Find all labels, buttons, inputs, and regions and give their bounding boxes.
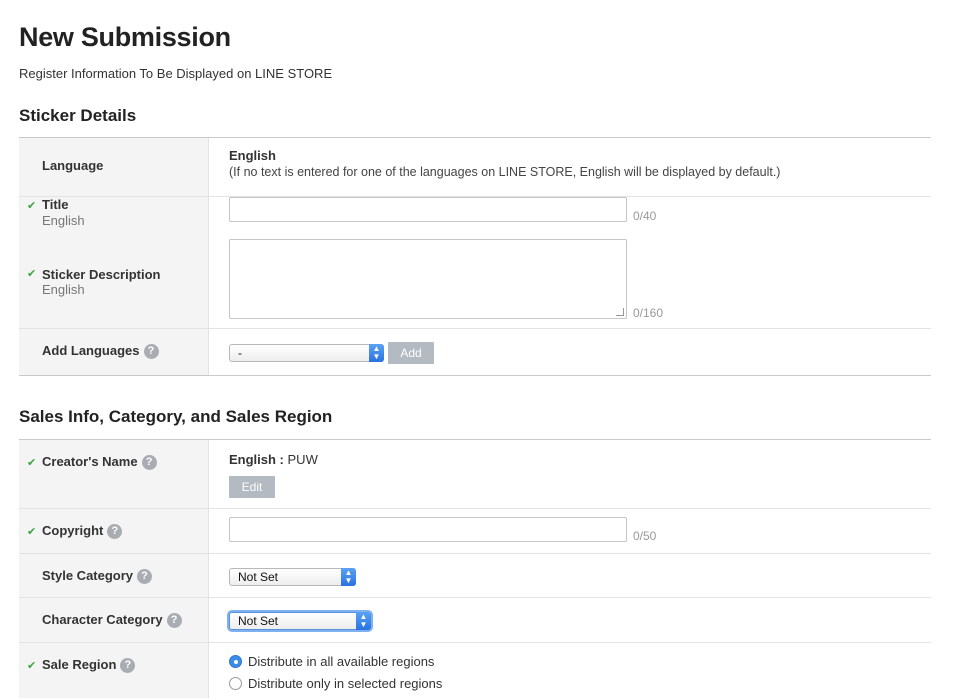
description-sublabel: English [42,282,85,297]
title-input[interactable] [229,197,627,222]
copyright-input[interactable] [229,517,627,542]
creator-name-label: Creator's Name? [42,454,157,470]
up-down-chevron-icon: ▲ ▼ [356,612,371,630]
check-icon: ✔ [27,268,37,280]
title-sublabel: English [42,213,85,228]
character-category-label-cell: Character Category? [19,598,209,642]
help-icon[interactable]: ? [166,613,182,628]
add-languages-value-cell: - ▲ ▼ Add [209,329,931,375]
character-category-label: Character Category? [42,612,182,628]
add-languages-label-text: Add Languages [42,343,140,358]
description-row: ✔ Sticker Description English 0/160 [19,237,931,329]
add-languages-select-value: - [238,346,242,360]
description-label-cell: ✔ Sticker Description English [19,237,209,328]
check-icon: ✔ [27,457,37,469]
language-label: Language [42,158,104,173]
page-subtitle: Register Information To Be Displayed on … [19,66,333,81]
copyright-row: ✔ Copyright? 0/50 [19,509,931,554]
title-value-cell: 0/40 [209,197,931,237]
creator-name-row: ✔ Creator's Name? English : PUW Edit [19,440,931,509]
title-label: Title [42,197,69,212]
up-down-chevron-icon: ▲ ▼ [369,344,384,362]
creator-name-lang: English : [229,452,284,467]
character-category-label-text: Character Category [42,612,163,627]
copyright-label: Copyright? [42,523,123,539]
character-category-select[interactable]: Not Set ▲ ▼ [229,612,371,630]
sale-region-label-cell: ✔ Sale Region? [19,643,209,698]
help-icon[interactable]: ? [120,658,136,673]
creator-name-label-cell: ✔ Creator's Name? [19,440,209,508]
add-languages-row: Add Languages? - ▲ ▼ Add [19,329,931,375]
creator-name-display: English : PUW [229,452,318,467]
sale-region-option-all[interactable]: Distribute in all available regions [229,654,434,669]
title-row: ✔ Title English 0/40 [19,197,931,237]
language-value: English [229,148,276,163]
check-icon: ✔ [27,526,37,538]
radio-unselected-icon[interactable] [229,677,242,690]
check-icon: ✔ [27,660,37,672]
description-value-cell: 0/160 [209,237,931,328]
language-note: (If no text is entered for one of the la… [229,165,781,179]
language-label-cell: Language [19,138,209,196]
style-category-select-value: Not Set [238,570,279,584]
creator-name-value: PUW [287,452,318,467]
title-label-cell: ✔ Title English [19,197,209,237]
copyright-label-cell: ✔ Copyright? [19,509,209,553]
creator-name-value-cell: English : PUW Edit [209,440,931,508]
style-category-label-text: Style Category [42,568,134,583]
sale-region-label: Sale Region? [42,657,136,673]
resize-grip-icon[interactable] [616,308,624,316]
sale-region-option-selected[interactable]: Distribute only in selected regions [229,676,442,691]
character-category-row: Character Category? Not Set ▲ ▼ [19,598,931,643]
sale-region-option-all-label: Distribute in all available regions [248,654,435,669]
description-counter: 0/160 [633,306,664,320]
sale-region-row: ✔ Sale Region? Distribute in all availab… [19,643,931,698]
help-icon[interactable]: ? [143,344,159,359]
sticker-details-form: Language English (If no text is entered … [19,137,931,376]
copyright-label-text: Copyright [42,523,104,538]
style-category-row: Style Category? Not Set ▲ ▼ [19,554,931,598]
copyright-counter: 0/50 [633,529,657,543]
style-category-value-cell: Not Set ▲ ▼ [209,554,931,597]
style-category-label-cell: Style Category? [19,554,209,597]
language-value-cell: English (If no text is entered for one o… [209,138,931,196]
style-category-label: Style Category? [42,568,153,584]
help-icon[interactable]: ? [141,455,157,470]
up-down-chevron-icon: ▲ ▼ [341,568,356,586]
check-icon: ✔ [27,200,37,212]
sale-region-option-selected-label: Distribute only in selected regions [248,676,443,691]
help-icon[interactable]: ? [107,524,123,539]
add-languages-select[interactable]: - ▲ ▼ [229,344,384,362]
description-label: Sticker Description [42,267,161,282]
page-title: New Submission [19,22,231,52]
character-category-select-value: Not Set [238,614,279,628]
language-row: Language English (If no text is entered … [19,138,931,197]
help-icon[interactable]: ? [137,569,153,584]
sales-info-title: Sales Info, Category, and Sales Region [19,407,333,426]
copyright-value-cell: 0/50 [209,509,931,553]
add-languages-label: Add Languages? [42,343,159,359]
add-language-button[interactable]: Add [388,342,434,364]
style-category-select[interactable]: Not Set ▲ ▼ [229,568,356,586]
sale-region-label-text: Sale Region [42,657,117,672]
edit-creator-name-button[interactable]: Edit [229,476,275,498]
sale-region-value-cell: Distribute in all available regions Dist… [209,643,931,698]
character-category-value-cell: Not Set ▲ ▼ [209,598,931,642]
sales-info-form: ✔ Creator's Name? English : PUW Edit ✔ C… [19,439,931,698]
add-languages-label-cell: Add Languages? [19,329,209,375]
title-counter: 0/40 [633,209,657,223]
sticker-details-title: Sticker Details [19,106,137,125]
creator-name-label-text: Creator's Name [42,454,138,469]
radio-selected-icon[interactable] [229,655,242,668]
description-textarea[interactable] [229,239,627,319]
